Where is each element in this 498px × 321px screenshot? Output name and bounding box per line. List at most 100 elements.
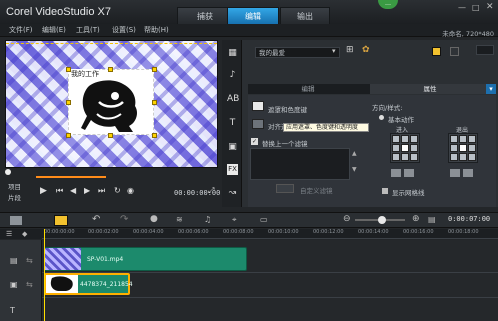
basic-motion-label[interactable]: 基本动作 xyxy=(388,114,414,124)
transition-icon[interactable]: AB xyxy=(227,94,239,105)
exit-w-button[interactable] xyxy=(450,144,458,152)
volume-icon[interactable]: ◉ xyxy=(127,186,134,195)
enter-ne-button[interactable] xyxy=(410,135,418,143)
path-icon[interactable]: ↝ xyxy=(227,188,238,199)
show-grid-checkbox[interactable] xyxy=(382,188,388,194)
effects-category-dropdown[interactable]: 我的最爱 xyxy=(255,47,340,58)
track-manager-icon[interactable]: ☰ xyxy=(6,230,12,238)
thumbnail-view-icon[interactable] xyxy=(432,47,441,56)
maximize-icon[interactable]: □ xyxy=(472,3,480,12)
enter-sw-button[interactable] xyxy=(392,153,400,161)
ripple-edit-icon[interactable]: ⇆ xyxy=(26,256,33,265)
previous-frame-icon[interactable]: ◀ xyxy=(70,186,76,195)
custom-filter-label[interactable]: 自定义滤镜 xyxy=(300,185,333,195)
enter-w-button[interactable] xyxy=(392,144,400,152)
fade-in-icon[interactable] xyxy=(404,169,414,177)
repeat-icon[interactable]: ↻ xyxy=(114,186,121,195)
add-marker-icon[interactable]: ◆ xyxy=(22,230,27,238)
fit-project-icon[interactable]: ▤ xyxy=(428,215,436,224)
list-view-icon[interactable] xyxy=(450,47,459,56)
exit-n-button[interactable] xyxy=(459,135,467,143)
video-clip[interactable]: SP-V01.mp4 xyxy=(44,247,247,271)
zoom-slider-knob[interactable] xyxy=(378,216,386,224)
overlay-ripple-icon[interactable]: ⇆ xyxy=(26,280,33,289)
fade-out-icon[interactable] xyxy=(463,169,473,177)
tab-options-edit[interactable]: 编辑 xyxy=(248,84,368,94)
enter-s-button[interactable] xyxy=(401,153,409,161)
filter-move-up-icon[interactable]: ▲ xyxy=(352,150,357,157)
add-folder-icon[interactable]: ⊞ xyxy=(346,45,354,55)
motion-tracking-icon[interactable]: ⌖ xyxy=(232,215,237,225)
mode-project[interactable]: 项目 xyxy=(8,181,21,191)
zoom-in-icon[interactable]: ⊕ xyxy=(412,214,420,224)
menu-help[interactable]: 帮助(H) xyxy=(144,25,169,36)
collapse-options-icon[interactable]: ▾ xyxy=(486,84,496,94)
favorites-icon[interactable]: ✿ xyxy=(362,45,370,55)
title-track-icon[interactable]: T xyxy=(10,306,15,315)
play-icon[interactable]: ▶ xyxy=(40,186,47,196)
mode-clip[interactable]: 片段 xyxy=(8,192,21,202)
enter-nw-button[interactable] xyxy=(392,135,400,143)
menu-file[interactable]: 文件(F) xyxy=(9,25,33,36)
enter-e-button[interactable] xyxy=(410,144,418,152)
mask-chroma-label[interactable]: 遮罩和色度键 xyxy=(268,104,307,114)
replace-filter-label[interactable]: 替换上一个滤镜 xyxy=(262,138,308,148)
instant-project-icon[interactable]: ♪ xyxy=(227,70,238,81)
applied-filters-list[interactable] xyxy=(250,148,350,180)
video-track-icon[interactable]: ▤ xyxy=(10,256,18,265)
resize-handle-bl[interactable] xyxy=(66,133,71,138)
trim-range-bar[interactable] xyxy=(36,176,106,178)
tab-capture[interactable]: 捕获 xyxy=(177,7,233,24)
exit-ne-button[interactable] xyxy=(468,135,476,143)
home-icon[interactable]: ⏮ xyxy=(56,186,63,196)
enlarge-preview-icon[interactable]: ⤢ xyxy=(208,186,214,196)
enter-se-button[interactable] xyxy=(410,153,418,161)
exit-center-button[interactable] xyxy=(459,144,467,152)
tab-edit[interactable]: 编辑 xyxy=(227,7,279,24)
tab-share[interactable]: 输出 xyxy=(280,7,330,24)
subtitle-editor-icon[interactable]: ▭ xyxy=(260,215,268,224)
resize-handle-t[interactable] xyxy=(108,67,113,72)
menu-edit[interactable]: 编辑(E) xyxy=(42,25,66,36)
title-icon[interactable]: T xyxy=(227,118,238,129)
align-options-icon[interactable] xyxy=(252,119,264,129)
timeline-view-icon[interactable] xyxy=(54,215,68,226)
resize-handle-r[interactable] xyxy=(152,100,157,105)
overlay-clip[interactable]: 4478374_211854 xyxy=(44,273,133,295)
resize-handle-l[interactable] xyxy=(66,100,71,105)
notification-indicator[interactable]: … xyxy=(378,0,398,9)
show-grid-label[interactable]: 显示网格线 xyxy=(392,187,425,197)
filter-move-down-icon[interactable]: ▼ xyxy=(352,166,357,173)
overlay-image[interactable]: 我的工作 xyxy=(68,69,154,135)
resize-handle-tl[interactable] xyxy=(66,67,71,72)
tab-options-attributes[interactable]: 属性 xyxy=(370,84,490,94)
menu-tools[interactable]: 工具(T) xyxy=(76,25,100,36)
graphic-icon[interactable]: ▣ xyxy=(227,142,238,153)
scrubber-handle[interactable] xyxy=(5,169,11,175)
end-icon[interactable]: ⏭ xyxy=(98,186,105,196)
menu-settings[interactable]: 设置(S) xyxy=(112,25,136,36)
storyboard-view-icon[interactable] xyxy=(10,216,22,225)
resize-handle-br[interactable] xyxy=(152,133,157,138)
preview-window[interactable]: 我的工作 xyxy=(5,40,218,168)
basic-motion-radio[interactable] xyxy=(379,115,384,120)
filter-fx-icon[interactable]: FX xyxy=(227,164,238,175)
mask-chroma-icon[interactable] xyxy=(252,101,264,111)
exit-se-button[interactable] xyxy=(468,153,476,161)
undo-icon[interactable]: ↶ xyxy=(92,214,100,225)
redo-icon[interactable]: ↷ xyxy=(120,214,128,225)
exit-e-button[interactable] xyxy=(468,144,476,152)
minimize-icon[interactable]: — xyxy=(458,3,466,12)
enter-center-button[interactable] xyxy=(401,144,409,152)
options-icon[interactable] xyxy=(476,45,494,55)
resize-handle-tr[interactable] xyxy=(152,67,157,72)
playhead[interactable] xyxy=(44,229,45,321)
enter-n-button[interactable] xyxy=(401,135,409,143)
exit-nw-button[interactable] xyxy=(450,135,458,143)
exit-sw-button[interactable] xyxy=(450,153,458,161)
sound-mixer-icon[interactable]: ≋ xyxy=(176,215,183,224)
pause-before-icon[interactable] xyxy=(391,169,401,177)
next-frame-icon[interactable]: ▶ xyxy=(84,186,90,195)
timeline-ruler[interactable]: 00:00:00:00 00:00:02:00 00:00:04:00 00:0… xyxy=(42,229,498,239)
overlay-track-icon[interactable]: ▣ xyxy=(10,280,18,289)
